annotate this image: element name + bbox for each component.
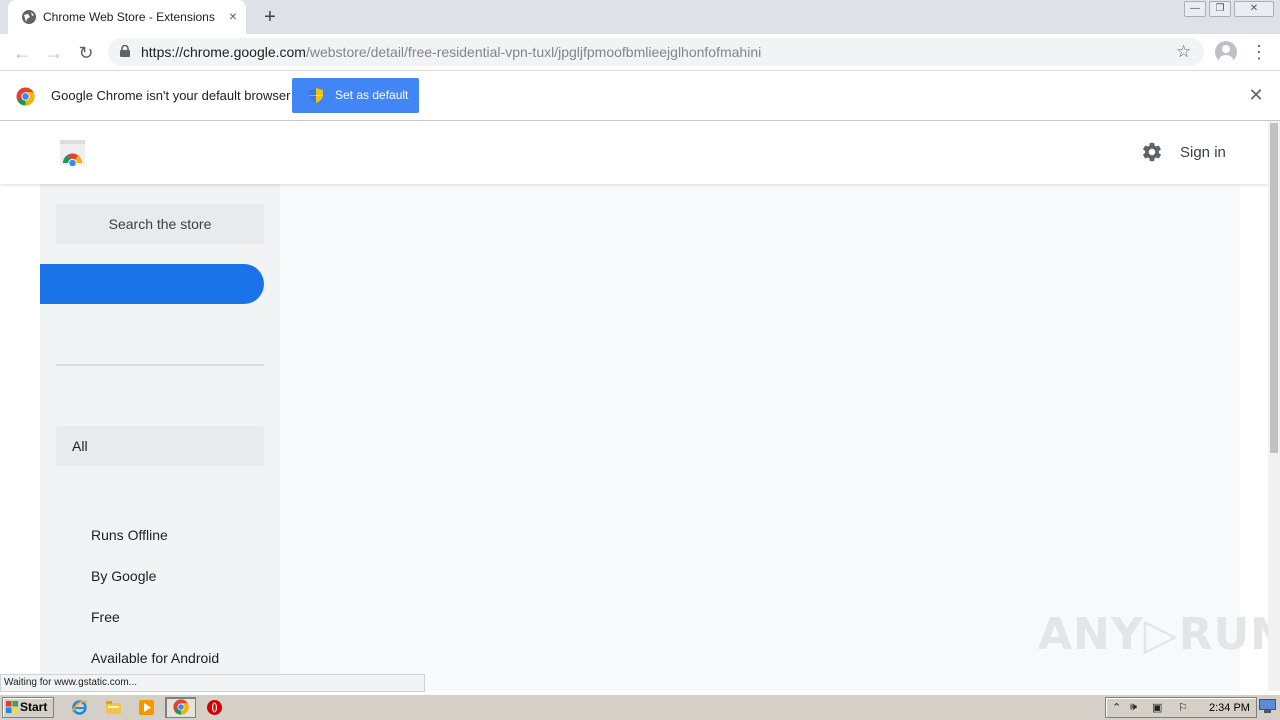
address-bar[interactable]: https://chrome.google.com/webstore/detai… xyxy=(108,38,1204,66)
tab-chrome-web-store[interactable]: Chrome Web Store - Extensions × xyxy=(8,0,246,34)
uac-shield-icon xyxy=(309,88,323,103)
chrome-menu-icon[interactable]: ⋮ xyxy=(1250,41,1268,63)
filter-free[interactable]: Free xyxy=(91,609,120,625)
restore-button[interactable]: ❐ xyxy=(1209,1,1231,17)
tab-close-icon[interactable]: × xyxy=(224,7,242,25)
action-center-flag-icon[interactable]: ⚐ xyxy=(1178,701,1188,714)
taskbar-clock[interactable]: 2:34 PM xyxy=(1209,702,1250,714)
volume-icon[interactable]: 🕪 xyxy=(1130,701,1137,714)
tab-title: Chrome Web Store - Extensions xyxy=(43,10,215,24)
set-as-default-label: Set as default xyxy=(335,88,409,102)
taskbar-chrome-button[interactable] xyxy=(165,697,196,718)
media-player-icon[interactable] xyxy=(138,699,155,716)
filter-available-for-android[interactable]: Available for Android xyxy=(91,650,219,666)
windows-flag-icon xyxy=(6,701,18,713)
opera-icon[interactable] xyxy=(206,699,223,716)
chrome-web-store-logo[interactable] xyxy=(58,139,87,166)
filter-by-google[interactable]: By Google xyxy=(91,568,156,584)
url-text: https://chrome.google.com/webstore/detai… xyxy=(141,44,761,60)
network-icon[interactable]: ▣ xyxy=(1152,701,1162,714)
tray-expand-icon[interactable]: ⌃ xyxy=(1112,701,1121,714)
forward-button[interactable]: → xyxy=(42,41,66,65)
new-tab-button[interactable]: + xyxy=(258,6,282,28)
scrollbar-thumb[interactable] xyxy=(1270,123,1278,453)
windows-taskbar: Start ⌃ 🕪 ▣ ⚐ 2:34 PM xyxy=(0,694,1280,720)
profile-avatar-icon[interactable] xyxy=(1215,41,1237,63)
webstore-page: Sign in Search the store All Runs Offlin… xyxy=(0,121,1268,691)
start-button[interactable]: Start xyxy=(2,697,54,718)
tab-strip: Chrome Web Store - Extensions × + — ❐ ✕ xyxy=(0,0,1280,34)
sign-in-link[interactable]: Sign in xyxy=(1180,144,1226,161)
minimize-button[interactable]: — xyxy=(1184,1,1206,17)
page-scrollbar[interactable] xyxy=(1268,121,1280,691)
infobar-close-icon[interactable]: ✕ xyxy=(1246,85,1266,105)
chrome-logo-icon xyxy=(16,87,35,106)
back-button[interactable]: ← xyxy=(10,41,34,65)
url-host: https://chrome.google.com xyxy=(141,44,306,60)
browser-toolbar: ← → ↻ https://chrome.google.com/webstore… xyxy=(0,34,1280,71)
chrome-taskbar-icon xyxy=(173,699,189,715)
sidebar-divider xyxy=(56,364,264,366)
search-store-input[interactable]: Search the store xyxy=(56,204,264,244)
infobar-message: Google Chrome isn't your default browser xyxy=(51,88,291,103)
sidebar-nav-selected[interactable] xyxy=(40,264,264,304)
reload-button[interactable]: ↻ xyxy=(74,41,98,65)
anyrun-watermark: ANY▷RUN xyxy=(1038,609,1268,660)
filter-runs-offline[interactable]: Runs Offline xyxy=(91,527,168,543)
bookmark-star-icon[interactable]: ☆ xyxy=(1176,42,1191,62)
default-browser-infobar: Google Chrome isn't your default browser… xyxy=(0,71,1280,121)
file-explorer-icon[interactable] xyxy=(105,699,122,716)
close-window-button[interactable]: ✕ xyxy=(1234,1,1274,17)
url-path: /webstore/detail/free-residential-vpn-tu… xyxy=(305,44,762,60)
settings-gear-icon[interactable] xyxy=(1141,141,1163,163)
lock-icon xyxy=(120,45,130,57)
start-label: Start xyxy=(20,700,48,714)
system-tray: ⌃ 🕪 ▣ ⚐ 2:34 PM xyxy=(1105,697,1257,718)
store-header: Sign in xyxy=(0,121,1268,184)
category-select[interactable]: All xyxy=(56,426,264,466)
set-as-default-button[interactable]: Set as default xyxy=(292,78,419,113)
store-sidebar: Search the store All Runs Offline By Goo… xyxy=(40,184,280,691)
webstore-globe-icon xyxy=(22,10,36,24)
status-bubble: Waiting for www.gstatic.com... xyxy=(0,674,425,692)
show-desktop-icon[interactable] xyxy=(1259,699,1276,713)
internet-explorer-icon[interactable] xyxy=(71,699,88,716)
